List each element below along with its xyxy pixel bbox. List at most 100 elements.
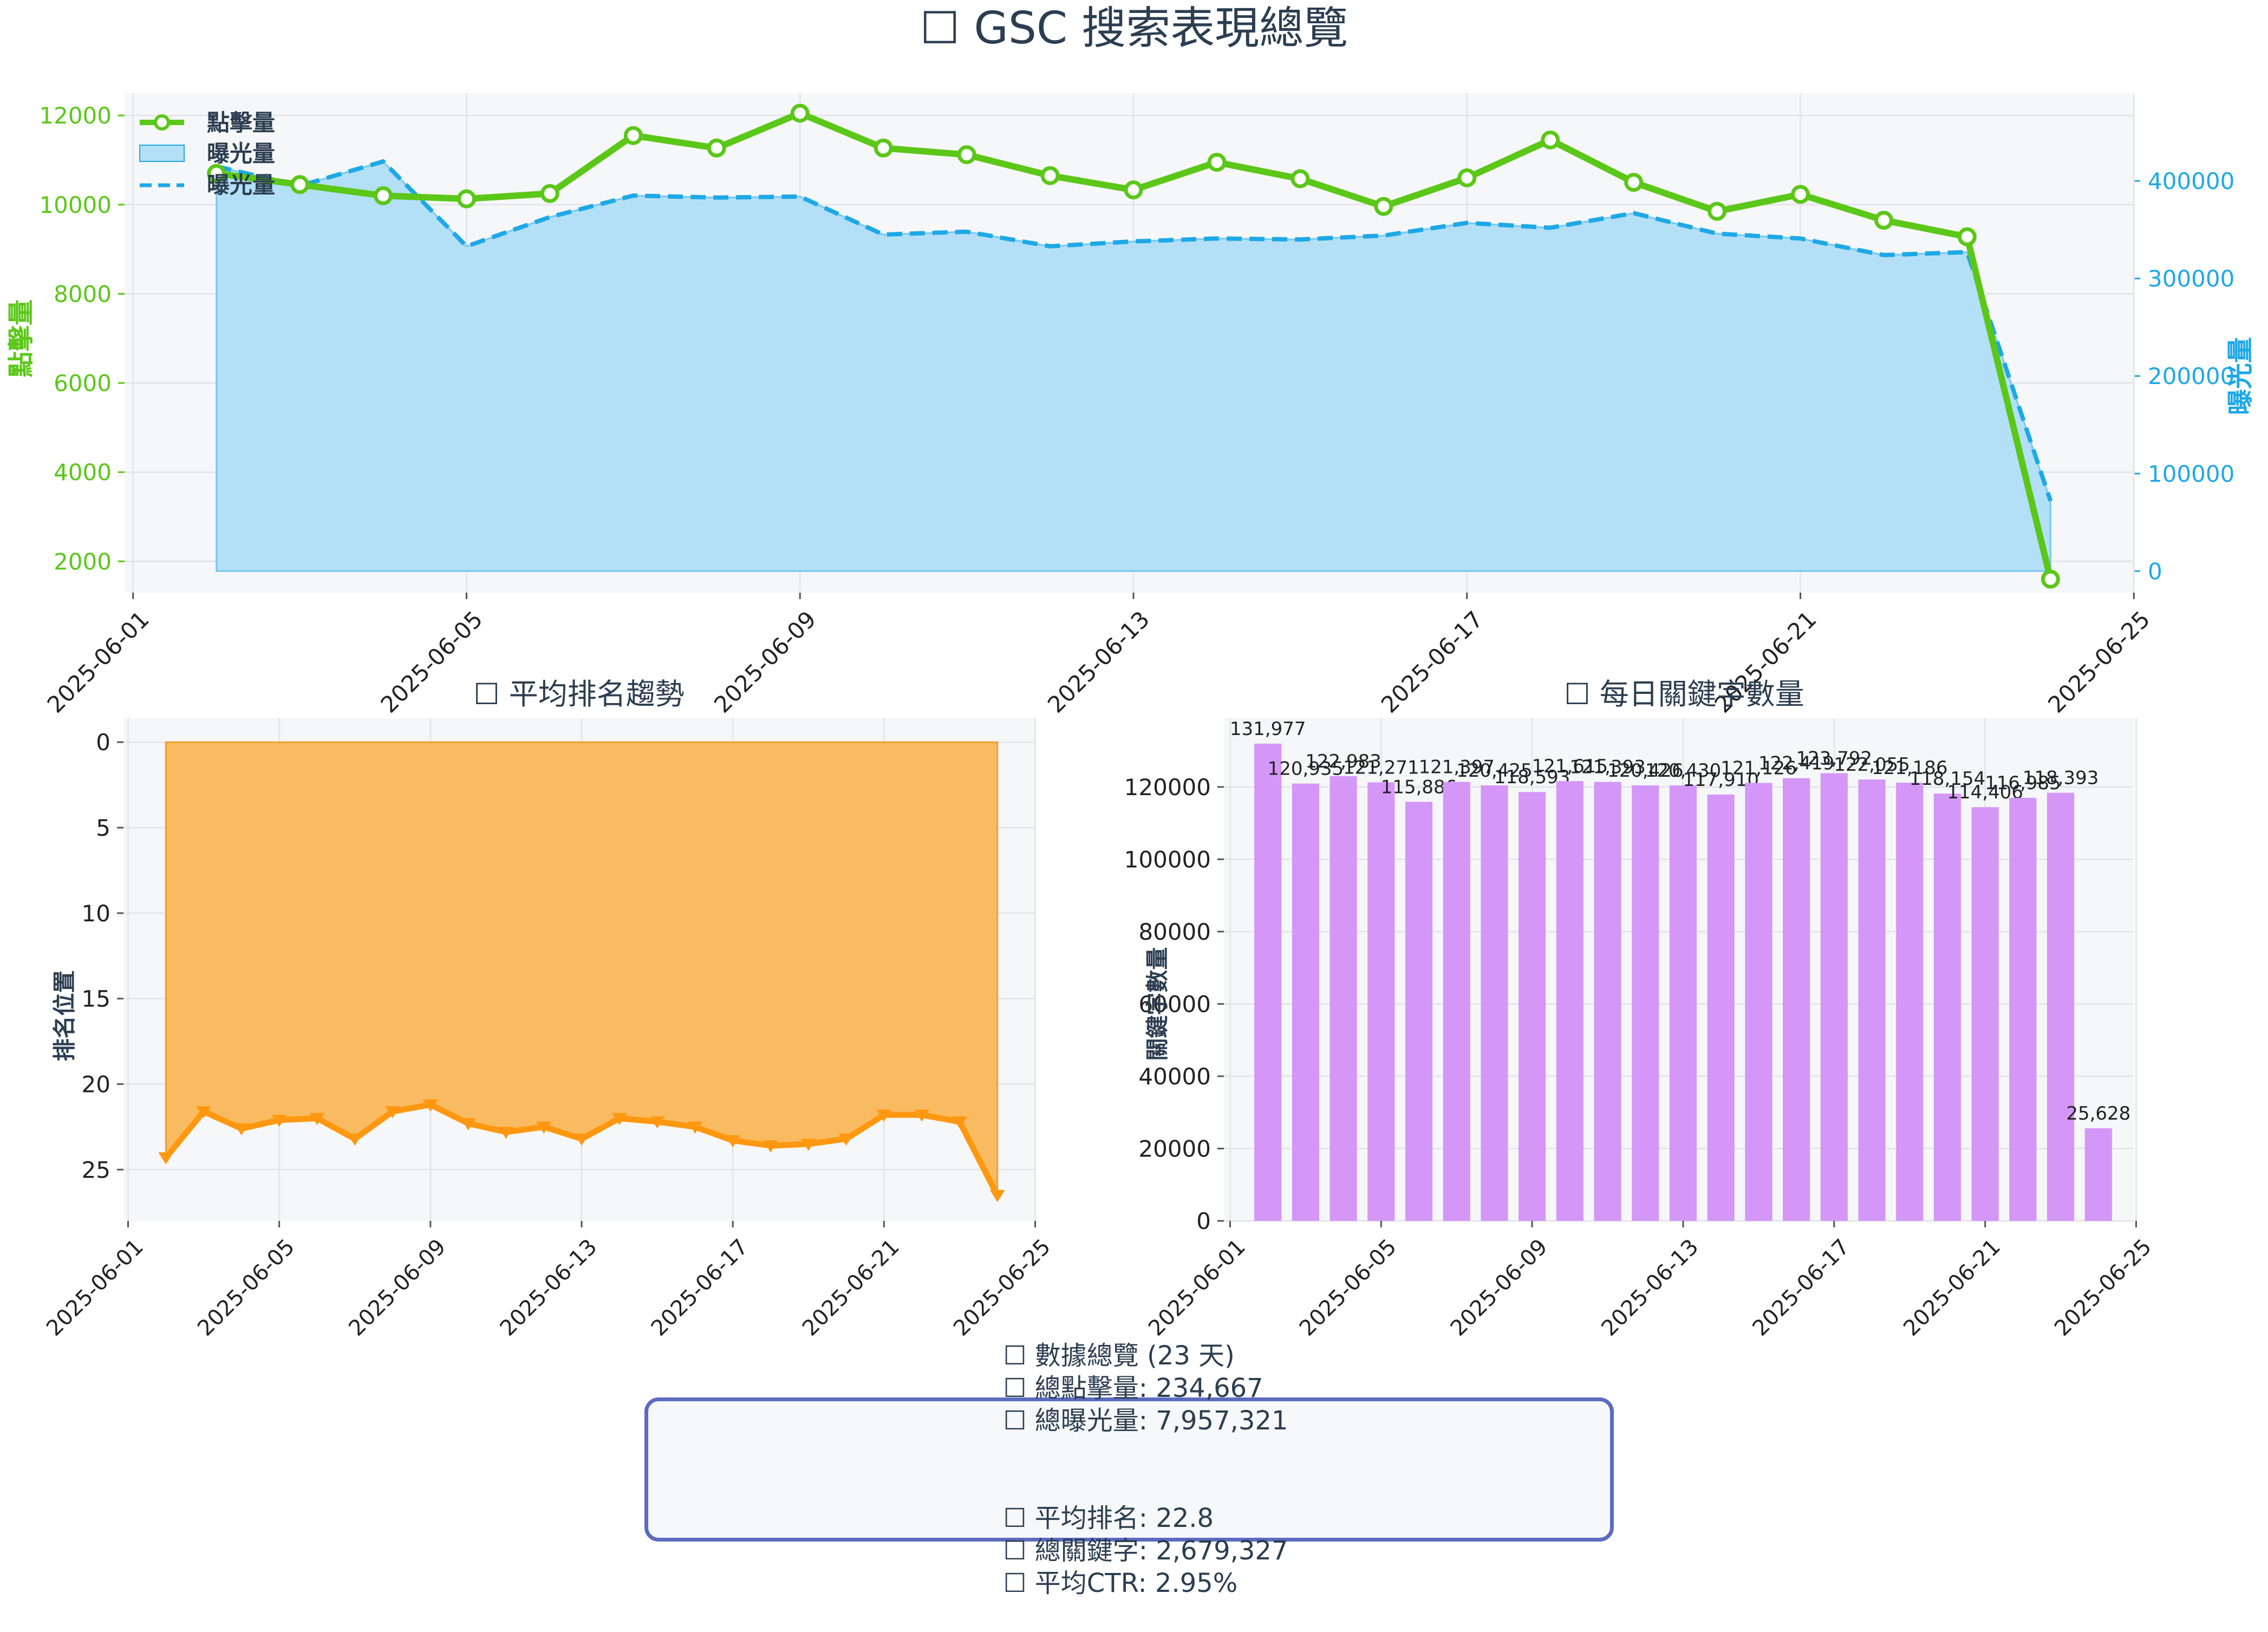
y-tick-label: 6000 (54, 370, 112, 396)
y-tick-label: 10000 (39, 192, 112, 218)
y-tick-label: 80000 (1138, 919, 1211, 945)
clicks-point (1124, 180, 1143, 200)
y-axis-label: 排名位置 (51, 970, 78, 1061)
x-tick-label: 2025-06-13 (1597, 1234, 1704, 1341)
summary-total-clicks: ☐ 總點擊量: 234,667 (1003, 1373, 1263, 1403)
keyword-bar (1669, 785, 1697, 1221)
clicks-point (457, 189, 476, 209)
keyword-bar (1329, 776, 1357, 1221)
keyword-bar (1783, 778, 1810, 1221)
keyword-bar (1443, 782, 1470, 1221)
x-tick-label: 2025-06-25 (2043, 606, 2155, 718)
keyword-bar (2047, 792, 2075, 1221)
keyword-bar (1820, 773, 1848, 1221)
x-tick-label: 2025-06-21 (1899, 1234, 2005, 1341)
x-tick-label: 2025-06-13 (1042, 606, 1155, 718)
y2-tick-label: 0 (2148, 558, 2162, 584)
summary-line-1: ☐ 數據總覽 (23 天) ☐ 總點擊量: 234,667 ☐ 總曝光量: 7,… (958, 1307, 1300, 1470)
y-axis-label: 關鍵字數量 (1144, 947, 1171, 1061)
x-tick-label: 2025-06-05 (375, 606, 487, 718)
summary-days: ☐ 數據總覽 (23 天) (1003, 1341, 1235, 1371)
clicks-point (874, 138, 893, 158)
y2-tick-label: 200000 (2148, 363, 2234, 389)
x-tick-label: 2025-06-05 (1295, 1234, 1402, 1341)
y-tick-label: 0 (1196, 1208, 1211, 1234)
y-tick-label: 8000 (54, 281, 112, 307)
summary-avg-position: ☐ 平均排名: 22.8 (1003, 1503, 1214, 1533)
y-tick-label: 0 (96, 729, 110, 756)
clicks-point (1541, 130, 1560, 149)
clicks-point (1374, 197, 1393, 216)
x-tick-label: 2025-06-13 (496, 1234, 602, 1341)
summary-line-2: ☐ 平均排名: 22.8 ☐ 總關鍵字: 2,679,327 ☐ 平均CTR: … (958, 1470, 1300, 1632)
x-tick-label: 2025-06-09 (709, 606, 821, 718)
clicks-point (290, 175, 310, 194)
y-tick-label: 15 (82, 986, 110, 1012)
clicks-point (1207, 153, 1227, 172)
keyword-bar (1367, 782, 1395, 1221)
x-tick-label: 2025-06-21 (798, 1234, 904, 1341)
y-tick-label: 25 (82, 1156, 110, 1183)
keyword-bar (1632, 785, 1659, 1221)
x-tick-label: 2025-06-17 (1748, 1234, 1854, 1341)
keyword-bar (2084, 1128, 2112, 1221)
y-tick-label: 120000 (1124, 774, 1211, 801)
keyword-bar (1481, 785, 1508, 1221)
x-tick-label: 2025-06-25 (2050, 1234, 2156, 1341)
y2-tick-label: 300000 (2148, 265, 2234, 292)
keyword-bar (1292, 783, 1319, 1221)
legend-clicks-label: 點擊量 (207, 109, 275, 136)
x-tick-label: 2025-06-17 (1376, 606, 1488, 718)
keyword-bar (1518, 792, 1546, 1221)
y2-tick-label: 400000 (2148, 168, 2234, 194)
chart-title: ☐ 每日關鍵字數量 (1564, 677, 1804, 711)
clicks-point (623, 126, 643, 145)
keyword-bar (1556, 781, 1583, 1221)
keyword-bar (1594, 782, 1621, 1221)
chart-title: ☐ 平均排名趨勢 (473, 677, 685, 711)
x-tick-label: 2025-06-01 (42, 1234, 148, 1341)
clicks-point (1957, 227, 1977, 246)
keyword-bar (1858, 779, 1886, 1221)
x-tick-label: 2025-06-17 (647, 1234, 753, 1341)
x-tick-label: 2025-06-05 (193, 1234, 299, 1341)
y-tick-label: 2000 (54, 548, 112, 575)
clicks-point (1791, 185, 1810, 204)
x-tick-label: 2025-06-09 (344, 1234, 451, 1341)
legend-clicks-marker (154, 114, 170, 131)
legend-impressions-line-label: 曝光量 (207, 172, 275, 198)
clicks-point (540, 184, 559, 203)
keyword-bar (1971, 807, 1999, 1221)
summary-total-impressions: ☐ 總曝光量: 7,957,321 (1003, 1406, 1288, 1436)
y-tick-label: 20 (82, 1071, 110, 1097)
keyword-bar (1745, 783, 1772, 1221)
main-title: ☐ GSC 搜索表現總覽 (920, 3, 1348, 54)
summary-avg-ctr: ☐ 平均CTR: 2.95% (1003, 1568, 1238, 1598)
clicks-point (707, 138, 726, 158)
y-tick-label: 20000 (1138, 1135, 1211, 1162)
bar-data-label: 121,271 (1343, 757, 1419, 778)
summary-total-keywords: ☐ 總關鍵字: 2,679,327 (1003, 1536, 1288, 1566)
clicks-point (957, 145, 976, 165)
bar-data-label: 25,628 (2066, 1103, 2130, 1124)
keyword-bar (1933, 794, 1961, 1221)
y2-axis-label: 曝光量 (2225, 337, 2256, 415)
clicks-point (1624, 173, 1644, 192)
y-tick-label: 4000 (54, 459, 112, 486)
legend-impressions-area-label: 曝光量 (207, 140, 275, 167)
keyword-bar (2009, 797, 2037, 1221)
bar-data-label: 118,393 (2023, 768, 2099, 789)
keywords-chart: ☐ 每日關鍵字數量0200004000060000800001000001200… (1124, 677, 2156, 1341)
y-tick-label: 100000 (1124, 846, 1211, 873)
position-chart: ☐ 平均排名趨勢 0 5 10 15 20 25 2025-06-01 2025-06-05 20… (42, 677, 1055, 1341)
clicks-point (1040, 166, 1060, 185)
y2-tick-label: 100000 (2148, 460, 2234, 487)
y-tick-label: 10 (82, 900, 110, 927)
clicks-point (1874, 211, 1893, 230)
clicks-point (2041, 569, 2060, 589)
keyword-bar (1254, 743, 1282, 1221)
y-tick-label: 12000 (39, 102, 112, 129)
x-tick-label: 2025-06-09 (1446, 1234, 1553, 1341)
clicks-point (1291, 169, 1310, 188)
y-tick-label: 40000 (1138, 1063, 1211, 1090)
